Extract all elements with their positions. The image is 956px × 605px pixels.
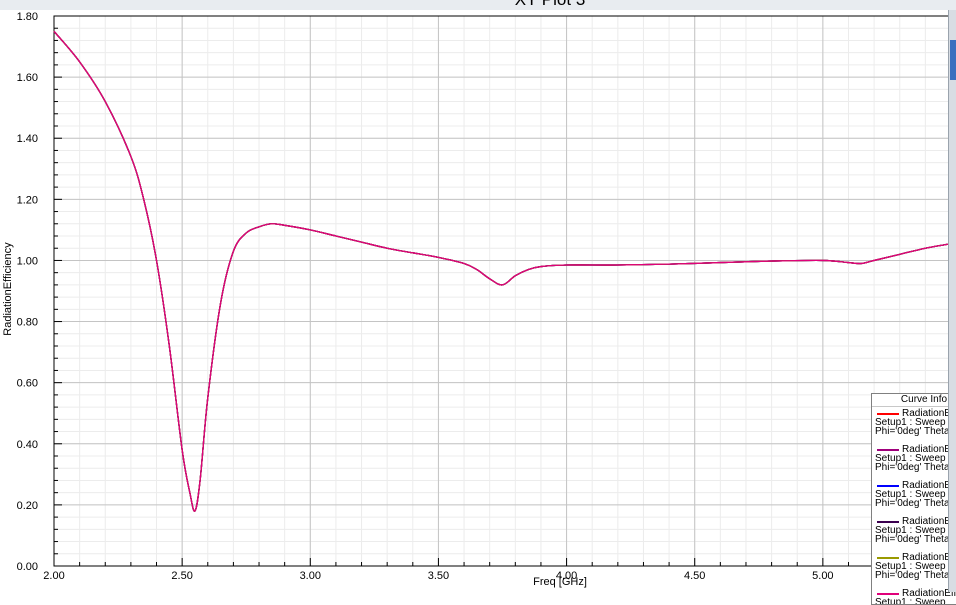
- x-tick-label: 4.50: [684, 570, 705, 582]
- legend-swatch: [877, 593, 899, 595]
- legend-series-variables: Phi='0deg' Theta='0deg': [875, 462, 956, 473]
- curve-info-legend[interactable]: Curve Info RadiationEfficiencySetup1 : S…: [871, 393, 956, 605]
- plot-frame: [53, 15, 952, 567]
- x-tick-label: 2.50: [171, 570, 192, 582]
- series-line: [53, 30, 952, 512]
- legend-swatch: [877, 521, 899, 523]
- legend-series-setup: Setup1 : Sweep: [875, 597, 946, 605]
- legend-swatch: [877, 449, 899, 451]
- legend-series-variables: Phi='0deg' Theta='0deg': [875, 534, 956, 545]
- x-tick-label: 2.00: [43, 570, 64, 582]
- legend-items: RadiationEfficiencySetup1 : SweepPhi='0d…: [872, 407, 956, 605]
- y-tick-label: 1.20: [17, 194, 38, 206]
- axis-ticks: [53, 15, 952, 567]
- right-panel-handle[interactable]: [950, 40, 956, 80]
- x-tick-label: 3.50: [428, 570, 449, 582]
- series-line: [53, 30, 952, 512]
- tick-labels: 0.00 0.20 0.40 0.60 0.80 1.00 1.20 1.40 1.60 1.80…: [17, 11, 956, 582]
- legend-swatch: [877, 485, 899, 487]
- y-tick-label: 0.20: [17, 500, 38, 512]
- legend-item[interactable]: RadiationEfficiencySetup1 : SweepPhi='0d…: [872, 479, 956, 515]
- x-axis-label: Freq [GHz]: [533, 576, 587, 588]
- legend-series-variables: Phi='0deg' Theta='0deg': [875, 570, 956, 581]
- y-tick-label: 0.80: [17, 317, 38, 329]
- minor-grid: [53, 15, 952, 567]
- xy-plot-chart: 0.00 0.20 0.40 0.60 0.80 1.00 1.20 1.40 1.60 1.80…: [17, 11, 956, 582]
- legend-series-variables: Phi='0deg' Theta='0deg': [875, 498, 956, 509]
- series-line: [53, 30, 952, 512]
- series-line: [53, 30, 952, 512]
- series-line: [53, 30, 952, 512]
- x-tick-label: 5.00: [812, 570, 833, 582]
- y-tick-label: 1.40: [17, 133, 38, 145]
- y-axis-label: RadiationEfficiency: [2, 242, 14, 336]
- legend-series-variables: Phi='0deg' Theta='0deg': [875, 426, 956, 437]
- y-tick-label: 0.60: [17, 378, 38, 390]
- y-tick-label: 0.00: [17, 561, 38, 573]
- legend-title: Curve Info: [872, 394, 956, 407]
- legend-swatch: [877, 557, 899, 559]
- legend-item[interactable]: RadiationEfficiencySetup1 : SweepPhi='0d…: [872, 551, 956, 587]
- series-line: [53, 30, 952, 512]
- legend-swatch: [877, 413, 899, 415]
- series-layer: [53, 30, 952, 512]
- major-grid: [53, 15, 952, 567]
- x-tick-label: 3.00: [300, 570, 321, 582]
- legend-item[interactable]: RadiationEfficiencySetup1 : SweepPhi='0d…: [872, 407, 956, 443]
- y-tick-label: 1.60: [17, 72, 38, 84]
- legend-item[interactable]: RadiationEfficiencySetup1 : SweepPhi='0d…: [872, 515, 956, 551]
- legend-item[interactable]: RadiationEfficiencySetup1 : SweepPhi='0d…: [872, 587, 956, 605]
- plot-title: XY Plot 3: [420, 0, 680, 10]
- legend-item[interactable]: RadiationEfficiencySetup1 : SweepPhi='0d…: [872, 443, 956, 479]
- y-tick-label: 1.80: [17, 11, 38, 23]
- right-panel-edge[interactable]: [948, 10, 956, 592]
- y-tick-label: 0.40: [17, 439, 38, 451]
- y-tick-label: 1.00: [17, 255, 38, 267]
